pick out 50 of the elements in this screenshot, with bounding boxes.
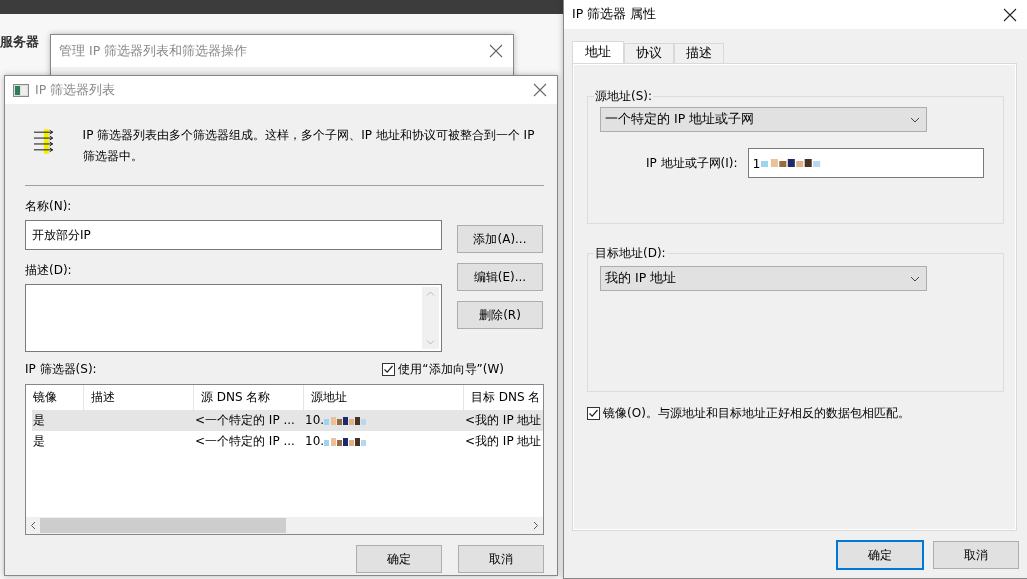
filter-arrows-icon bbox=[33, 128, 55, 155]
action-button[interactable]: 编辑(E)... bbox=[457, 263, 543, 291]
filters-label: IP 筛选器(S): bbox=[25, 361, 97, 377]
table-cell-text: <一个特定的 IP ... bbox=[194, 433, 296, 450]
tab[interactable]: 描述 bbox=[674, 43, 724, 63]
table-cell-text: <一个特定的 IP ... bbox=[194, 412, 296, 429]
table-cell-text: 是 bbox=[32, 412, 46, 429]
background-label: 服务器 bbox=[0, 33, 39, 51]
ip-label: IP 地址或子网(I): bbox=[646, 155, 738, 171]
source-select[interactable]: 一个特定的 IP 地址或子网 bbox=[600, 107, 927, 132]
table-row[interactable]: 是 <一个特定的 IP ... 10. <我的 IP 地址 bbox=[32, 410, 543, 431]
blurred-text-drawing bbox=[324, 415, 369, 426]
chevron-down-icon bbox=[910, 275, 920, 282]
action-button[interactable]: 添加(A)... bbox=[457, 225, 543, 253]
horizontal-scrollbar[interactable] bbox=[26, 517, 543, 534]
chevron-down-icon bbox=[910, 116, 920, 123]
checkbox[interactable] bbox=[382, 362, 396, 376]
action-button[interactable]: 删除(R) bbox=[457, 301, 543, 329]
table-cell-text: 10. bbox=[304, 412, 325, 429]
window-icon bbox=[13, 83, 29, 97]
dialog-button[interactable]: 取消 bbox=[458, 545, 544, 573]
wizard-label: 使用“添加向导”(W) bbox=[398, 361, 504, 377]
description-label: 描述(D): bbox=[25, 262, 73, 278]
window-title: IP 筛选器 属性 bbox=[572, 6, 658, 23]
scroll-right-icon[interactable] bbox=[533, 521, 539, 530]
checkbox[interactable] bbox=[587, 406, 600, 420]
group-label: 源地址(S): bbox=[594, 89, 654, 103]
dialog-button[interactable]: 确定 bbox=[356, 545, 442, 573]
table-cell-text: 10. bbox=[304, 433, 325, 450]
scroll-left-icon[interactable] bbox=[30, 521, 36, 530]
description-input[interactable] bbox=[25, 284, 442, 352]
tab[interactable]: 协议 bbox=[624, 43, 674, 63]
name-label: 名称(N): bbox=[25, 198, 73, 214]
blurred-text-drawing bbox=[760, 158, 823, 168]
table-cell-text: <我的 IP 地址 bbox=[464, 412, 543, 429]
table-cell-text: <我的 IP 地址 bbox=[464, 433, 543, 450]
dialog-button[interactable]: 取消 bbox=[933, 541, 1019, 569]
destination-select[interactable]: 我的 IP 地址 bbox=[600, 266, 927, 291]
window-title: 管理 IP 筛选器列表和筛选器操作 bbox=[59, 42, 249, 60]
group-label: 目标地址(D): bbox=[594, 246, 667, 260]
intro-text: IP 筛选器列表由多个筛选器组成。这样，多个子网、IP 地址和协议可被整合到一个 IP 筛选器中。 bbox=[82, 127, 536, 165]
dialog-button[interactable]: 确定 bbox=[837, 541, 923, 569]
window-title: IP 筛选器列表 bbox=[35, 81, 117, 99]
mirror-label: 镜像(O)。与源地址和目标地址正好相反的数据包相匹配。 bbox=[603, 405, 910, 421]
blurred-text-drawing bbox=[324, 436, 369, 447]
ip-input[interactable]: 1 bbox=[747, 148, 984, 178]
tab[interactable]: 地址 bbox=[572, 41, 624, 63]
table-cell-text: 是 bbox=[32, 433, 46, 450]
name-input[interactable]: 开放部分IP bbox=[25, 220, 442, 250]
close-button[interactable] bbox=[1003, 7, 1017, 22]
